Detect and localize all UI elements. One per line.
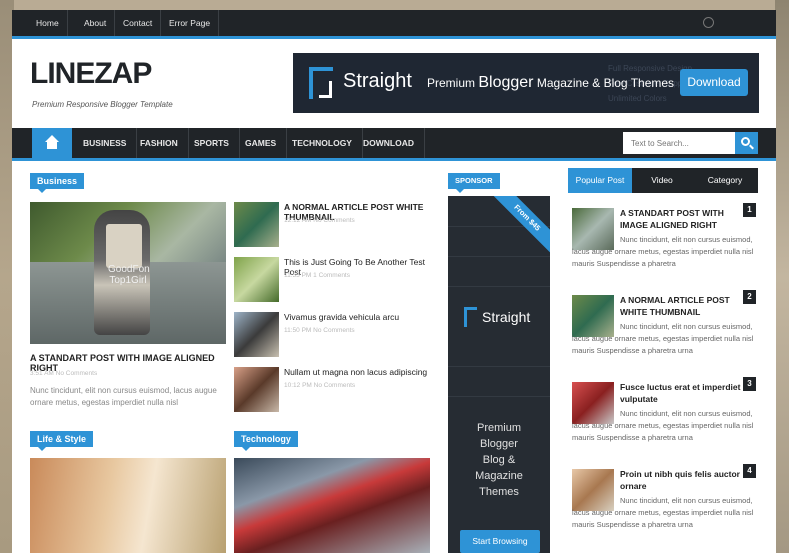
post-meta: 12:12 AM No Comments (284, 217, 355, 224)
tab-category[interactable]: Category (692, 168, 758, 193)
sponsor-brand: Straight (482, 309, 531, 325)
featured-post-image[interactable]: GoodFon Top1Girl (30, 202, 226, 344)
technology-image[interactable] (234, 458, 430, 553)
sponsor-ad[interactable]: From $45 Straight Premium Blogger Blog &… (448, 196, 550, 553)
post-thumbnail[interactable] (234, 202, 279, 247)
popular-post-title[interactable]: Fusce luctus erat et imperdiet vulputate (620, 381, 742, 405)
site-header: LINEZAP Premium Responsive Blogger Templ… (12, 39, 776, 128)
post-title[interactable]: Vivamus gravida vehicula arcu (284, 312, 444, 322)
banner-brand: Straight (343, 70, 412, 92)
search-button[interactable] (735, 132, 758, 154)
featured-post-excerpt: Nunc tincidunt, elit non cursus euismod,… (30, 386, 217, 407)
sponsor-text: Premium Blogger Blog & Magazine Themes (475, 422, 523, 498)
popular-post-title[interactable]: A NORMAL ARTICLE POST WHITE THUMBNAIL (620, 294, 738, 318)
main-navigation: BUSINESS FASHION SPORTS GAMES TECHNOLOGY… (12, 128, 776, 158)
site-logo[interactable]: LINEZAP (30, 57, 152, 91)
nav-technology[interactable]: TECHNOLOGY (282, 128, 363, 158)
section-label-technology[interactable]: Technology (234, 431, 298, 451)
content-area: Business GoodFon Top1Girl A STANDART POS… (12, 161, 776, 553)
start-browsing-button[interactable]: Start Browsing (460, 530, 540, 553)
nav-games[interactable]: GAMES (235, 128, 288, 158)
topnav-contact[interactable]: Contact (115, 10, 162, 36)
post-title[interactable]: Nullam ut magna non lacus adipiscing (284, 367, 444, 377)
popular-post-excerpt: Nunc tincidunt, elit non cursus euismod,… (572, 409, 754, 442)
search-input[interactable] (623, 132, 735, 154)
sidebar-tabs: Popular Post Video Category (568, 168, 758, 193)
banner-slogan: Premium Blogger Magazine & Blog Themes (427, 74, 675, 91)
post-thumbnail[interactable] (234, 312, 279, 357)
topnav-error-page[interactable]: Error Page (161, 10, 220, 36)
life-style-image[interactable] (30, 458, 226, 553)
social-icon[interactable] (703, 17, 714, 28)
nav-fashion[interactable]: FASHION (130, 128, 189, 158)
banner-download-button[interactable]: Download (680, 69, 748, 96)
post-thumbnail[interactable] (234, 257, 279, 302)
post-meta: 11:55 PM 1 Comments (284, 272, 350, 279)
post-meta: 10:12 PM No Comments (284, 382, 356, 389)
popular-post-rank: 1 (743, 203, 756, 217)
straight-logo-icon (464, 307, 477, 327)
nav-business[interactable]: BUSINESS (73, 128, 138, 158)
image-watermark: GoodFon Top1Girl (108, 264, 150, 286)
popular-post-title[interactable]: A STANDART POST WITH IMAGE ALIGNED RIGHT (620, 207, 738, 231)
background-right (775, 0, 789, 553)
popular-post-rank: 3 (743, 377, 756, 391)
topnav-about[interactable]: About (76, 10, 116, 36)
featured-post-meta: 3:51 AM No Comments (30, 370, 98, 377)
section-label-sponsor: SPONSOR (448, 173, 500, 193)
popular-post-rank: 2 (743, 290, 756, 304)
post-thumbnail[interactable] (234, 367, 279, 412)
tab-video[interactable]: Video (632, 168, 692, 193)
popular-post-excerpt: Nunc tincidunt, elit non cursus euismod,… (572, 322, 754, 355)
header-banner-ad[interactable]: Full Responsive Design Free Customer Sup… (293, 53, 759, 113)
popular-post-excerpt: Nunc tincidunt, elit non cursus euismod,… (572, 235, 754, 268)
site-tagline: Premium Responsive Blogger Template (32, 100, 173, 109)
top-navigation: Home About Contact Error Page (12, 10, 776, 36)
section-label-life-style[interactable]: Life & Style (30, 431, 94, 451)
straight-logo-icon (309, 67, 333, 99)
home-icon[interactable] (32, 128, 72, 158)
popular-post-excerpt: Nunc tincidunt, elit non cursus euismod,… (572, 496, 754, 529)
post-meta: 11:50 PM No Comments (284, 327, 355, 334)
popular-post-title[interactable]: Proin ut nibh quis felis auctor ornare (620, 468, 742, 492)
nav-download[interactable]: DOWNLOAD (353, 128, 425, 158)
nav-sports[interactable]: SPORTS (184, 128, 240, 158)
popular-post-rank: 4 (743, 464, 756, 478)
section-label-business[interactable]: Business (30, 173, 85, 193)
topnav-home[interactable]: Home (28, 10, 68, 36)
tab-popular-post[interactable]: Popular Post (568, 168, 632, 193)
